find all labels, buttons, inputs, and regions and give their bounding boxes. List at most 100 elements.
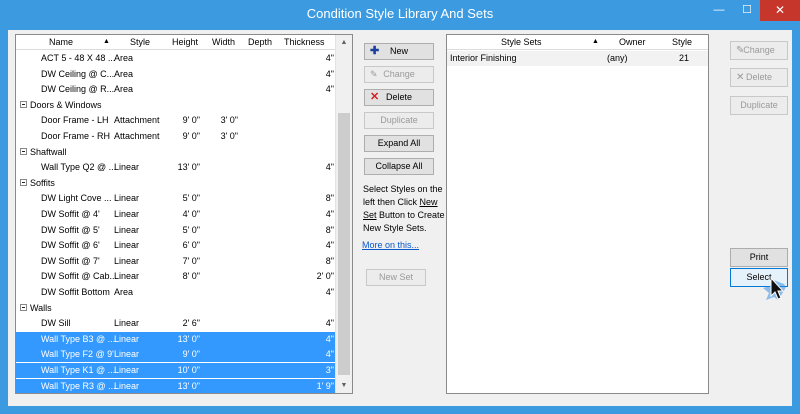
- collapse-toggle-icon[interactable]: [20, 100, 27, 108]
- style-thickness: 4": [325, 209, 334, 219]
- table-row[interactable]: DW Soffit @ 6' Linear 6' 0" 4": [16, 238, 336, 253]
- close-button[interactable]: ✕: [760, 0, 800, 21]
- table-row[interactable]: DW Ceiling @ C... Area 4": [16, 67, 336, 82]
- style-type: Area: [114, 287, 134, 297]
- style-sets-header: Style Sets ▲ Owner Style: [447, 35, 708, 50]
- delete-x-icon: ✕: [370, 91, 380, 103]
- table-row[interactable]: DW Soffit @ Cab... Linear 8' 0" 2' 0": [16, 269, 336, 284]
- style-thickness: 4": [325, 68, 334, 79]
- style-thickness: 4": [325, 162, 334, 173]
- duplicate-style-button[interactable]: Duplicate: [364, 112, 434, 129]
- style-height: 9' 0": [182, 131, 200, 141]
- condition-styles-list[interactable]: Name ▲ Style Height Width Depth Thicknes…: [15, 34, 353, 394]
- style-height: 7' 0": [182, 255, 200, 266]
- column-header-style[interactable]: Style: [130, 37, 150, 47]
- style-height: 13' 0": [177, 380, 200, 391]
- style-height: 5' 0": [182, 193, 200, 204]
- table-row[interactable]: Wall Type R3 @ ... Linear 13' 0" 1' 9": [16, 378, 336, 393]
- style-height: 13' 0": [177, 333, 200, 344]
- style-set-count: 21: [679, 53, 690, 63]
- scroll-down-arrow-icon[interactable]: ▼: [336, 378, 352, 393]
- column-header-name[interactable]: Name: [49, 37, 73, 47]
- style-sets-list[interactable]: Style Sets ▲ Owner Style Interior Finish…: [446, 34, 709, 394]
- style-type: Area: [114, 53, 134, 63]
- table-row[interactable]: DW Soffit @ 4' Linear 4' 0" 4": [16, 207, 336, 222]
- delete-x-icon: ✕: [736, 72, 745, 83]
- style-type: Area: [114, 68, 134, 79]
- styles-list-scrollbar[interactable]: ▲ ▼: [335, 35, 352, 393]
- group-row[interactable]: Doors & Windows: [16, 98, 336, 113]
- style-height: 6' 0": [182, 240, 200, 251]
- column-header-style-count[interactable]: Style: [672, 37, 692, 47]
- column-header-width[interactable]: Width: [212, 37, 235, 47]
- collapse-toggle-icon[interactable]: [20, 178, 27, 186]
- list-item[interactable]: Interior Finishing (any) 21: [447, 51, 708, 66]
- table-row[interactable]: DW Soffit Bottom Area 4": [16, 285, 336, 300]
- group-row[interactable]: Shaftwall: [16, 145, 336, 160]
- table-row[interactable]: DW Soffit @ 7' Linear 7' 0" 8": [16, 254, 336, 269]
- minimize-button[interactable]: —: [706, 0, 732, 21]
- new-set-button[interactable]: New Set: [366, 269, 426, 286]
- group-row[interactable]: Walls: [16, 301, 336, 316]
- title-bar[interactable]: Condition Style Library And Sets — ☐ ✕: [0, 0, 800, 30]
- scroll-up-arrow-icon[interactable]: ▲: [336, 35, 352, 50]
- scroll-thumb[interactable]: [338, 113, 350, 375]
- style-thickness: 8": [325, 224, 334, 235]
- dialog-window: Condition Style Library And Sets — ☐ ✕ N…: [0, 0, 800, 414]
- style-width: 3' 0": [220, 115, 238, 126]
- group-row[interactable]: Soffits: [16, 176, 336, 191]
- delete-set-button[interactable]: ✕ Delete: [730, 68, 788, 87]
- style-type: Attachment: [114, 131, 160, 141]
- collapse-toggle-icon[interactable]: [20, 303, 27, 311]
- style-type: Linear: [114, 193, 140, 204]
- column-header-height[interactable]: Height: [172, 37, 198, 47]
- maximize-button[interactable]: ☐: [734, 0, 760, 21]
- change-style-button[interactable]: ✎ Change: [364, 66, 434, 83]
- duplicate-set-button[interactable]: Duplicate: [730, 96, 788, 115]
- table-row[interactable]: Door Frame - LH Attachment 9' 0" 3' 0": [16, 113, 336, 128]
- style-thickness: 4": [325, 318, 334, 329]
- sort-ascending-icon: ▲: [592, 38, 599, 45]
- style-type: Linear: [114, 318, 140, 329]
- more-on-this-link[interactable]: More on this...: [362, 240, 419, 250]
- table-row[interactable]: Wall Type K1 @ ... Linear 10' 0" 3": [16, 363, 336, 378]
- column-header-owner[interactable]: Owner: [619, 37, 646, 47]
- delete-style-button[interactable]: ✕ Delete: [364, 89, 434, 106]
- group-name: Shaftwall: [30, 146, 67, 157]
- table-row[interactable]: Wall Type F2 @ 9' Linear 9' 0" 4": [16, 347, 336, 363]
- new-button[interactable]: ✚ New: [364, 43, 434, 60]
- help-text: Select Styles on the left then Click New…: [363, 184, 445, 233]
- table-row[interactable]: Wall Type Q2 @ ... Linear 13' 0" 4": [16, 160, 336, 175]
- style-type: Linear: [114, 271, 140, 282]
- style-thickness: 2' 0": [316, 271, 334, 282]
- column-header-style-sets[interactable]: Style Sets: [501, 37, 542, 47]
- style-thickness: 1' 9": [316, 380, 334, 391]
- collapse-all-button[interactable]: Collapse All: [364, 158, 434, 175]
- style-width: 3' 0": [220, 131, 238, 141]
- table-row[interactable]: DW Light Cove ... Linear 5' 0" 8": [16, 191, 336, 206]
- style-height: 10' 0": [177, 365, 200, 375]
- sort-ascending-icon: ▲: [103, 38, 110, 45]
- pencil-icon: ✎: [370, 69, 378, 79]
- column-header-depth[interactable]: Depth: [248, 37, 272, 47]
- style-type: Linear: [114, 349, 140, 360]
- style-thickness: 4": [325, 287, 334, 297]
- table-row[interactable]: DW Ceiling @ R... Area 4": [16, 82, 336, 97]
- style-height: 9' 0": [182, 349, 200, 360]
- style-thickness: 3": [325, 365, 334, 375]
- style-type: Linear: [114, 224, 140, 235]
- style-set-owner: (any): [607, 53, 628, 63]
- style-thickness: 4": [325, 53, 334, 63]
- expand-all-button[interactable]: Expand All: [364, 135, 434, 152]
- table-row[interactable]: DW Soffit @ 5' Linear 5' 0" 8": [16, 223, 336, 238]
- column-header-thickness[interactable]: Thickness: [284, 37, 325, 47]
- change-set-button[interactable]: ✎ Change: [730, 41, 788, 60]
- print-button[interactable]: Print: [730, 248, 788, 267]
- table-row[interactable]: Wall Type B3 @ ... Linear 13' 0" 4": [16, 331, 336, 347]
- style-set-name: Interior Finishing: [450, 53, 517, 63]
- table-row[interactable]: Door Frame - RH Attachment 9' 0" 3' 0": [16, 129, 336, 144]
- table-row[interactable]: DW Sill Linear 2' 6" 4": [16, 316, 336, 331]
- collapse-toggle-icon[interactable]: [20, 147, 27, 155]
- table-row[interactable]: ACT 5 - 48 X 48 ... Area 4": [16, 51, 336, 66]
- style-height: 8' 0": [182, 271, 200, 282]
